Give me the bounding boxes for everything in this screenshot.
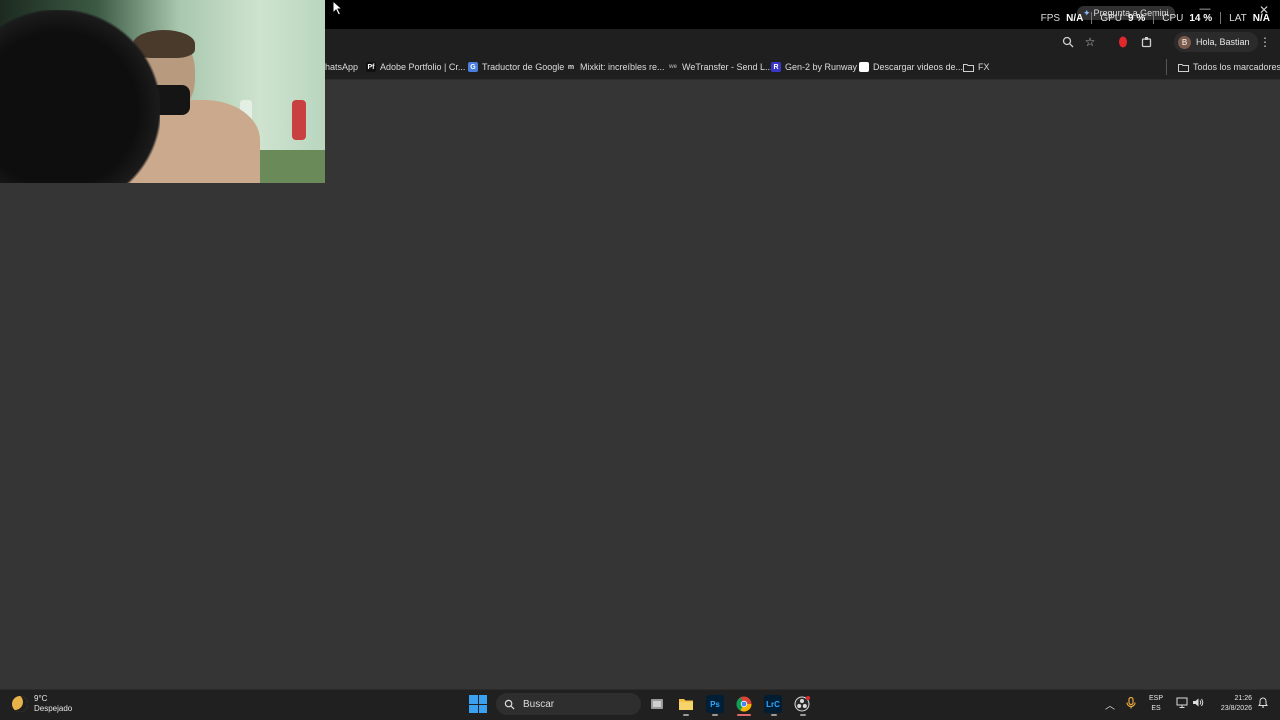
- keyboard-layout: ES: [1151, 705, 1161, 712]
- table: [250, 150, 325, 183]
- page-icon: [859, 62, 869, 72]
- weather-desc: Despejado: [34, 704, 73, 713]
- windows-logo-tile: [469, 695, 478, 704]
- bookmark-label: hatsApp: [325, 62, 359, 72]
- bookmark-whatsapp[interactable]: hatsApp: [325, 60, 358, 74]
- bookmark-label: FX: [978, 62, 990, 72]
- chrome-icon[interactable]: [735, 695, 753, 713]
- divider: [1153, 12, 1155, 24]
- fps-label: FPS: [1040, 12, 1061, 24]
- performance-overlay: FPS N/A GPU 9 % CPU 14 % LAT N/A: [1041, 11, 1270, 25]
- windows-logo-tile: [478, 704, 487, 713]
- microphone-icon[interactable]: [1126, 696, 1136, 712]
- windows-logo-tile: [478, 695, 487, 704]
- black-cat: [0, 10, 160, 183]
- folder-icon: [963, 63, 974, 72]
- weather-widget[interactable]: 9°C Despejado: [12, 693, 72, 715]
- avatar: B: [1178, 35, 1191, 49]
- search-icon: [504, 699, 515, 710]
- obs-icon[interactable]: [793, 695, 811, 713]
- search-placeholder: Buscar: [523, 698, 555, 710]
- notifications-icon[interactable]: [1258, 697, 1268, 711]
- divider: [1166, 59, 1167, 75]
- google-translate-icon: G: [468, 62, 478, 72]
- adobe-portfolio-icon: Pf: [366, 62, 376, 72]
- bookmark-label: Adobe Portfolio | Cr...: [380, 62, 466, 72]
- gpu-label: GPU: [1100, 12, 1122, 24]
- bookmark-label: Traductor de Google: [482, 62, 565, 72]
- windows-logo-tile: [469, 704, 478, 713]
- bookmark-label: WeTransfer - Send L...: [682, 62, 773, 72]
- bookmark-label: Descargar videos de...: [873, 62, 964, 72]
- file-explorer-icon[interactable]: [677, 695, 695, 713]
- volume-icon[interactable]: [1192, 697, 1204, 711]
- lat-label: LAT: [1229, 12, 1247, 24]
- all-bookmarks-folder[interactable]: Todos los marcadores: [1178, 60, 1280, 74]
- clock-time: 21:26: [1234, 695, 1252, 702]
- running-indicator: [712, 714, 718, 716]
- webcam-overlay: [0, 0, 325, 183]
- mouse-cursor-icon: [332, 0, 344, 16]
- wetransfer-icon: we: [668, 64, 677, 70]
- running-indicator: [683, 714, 689, 716]
- lightroom-classic-icon[interactable]: LrC: [764, 695, 782, 713]
- profile-label: Hola, Bastian: [1196, 37, 1250, 47]
- bookmark-mixkit[interactable]: m Mixkit: increíbles re...: [566, 60, 665, 74]
- mixkit-icon: m: [567, 63, 575, 71]
- running-indicator: [800, 714, 806, 716]
- bookmark-wetransfer[interactable]: we WeTransfer - Send L...: [668, 60, 773, 74]
- lat-value: N/A: [1252, 12, 1270, 24]
- language-code: ESP: [1149, 695, 1164, 702]
- network-icon[interactable]: [1176, 697, 1188, 711]
- language-indicator[interactable]: ESP ES: [1149, 694, 1163, 714]
- folder-icon: [1178, 63, 1189, 72]
- task-view-icon[interactable]: [648, 695, 666, 713]
- cpu-label: CPU: [1162, 12, 1184, 24]
- bottle: [292, 100, 306, 140]
- bookmark-google-translate[interactable]: G Traductor de Google: [468, 60, 564, 74]
- start-button[interactable]: [469, 695, 487, 713]
- bookmark-runway[interactable]: R Gen-2 by Runway: [771, 60, 857, 74]
- cpu-value: 14 %: [1189, 12, 1213, 24]
- extensions-icon[interactable]: [1139, 34, 1155, 50]
- bookmark-label: Gen-2 by Runway: [785, 62, 858, 72]
- all-bookmarks-label: Todos los marcadores: [1193, 62, 1280, 72]
- bookmark-label: Mixkit: increíbles re...: [580, 62, 665, 72]
- gpu-value: 9 %: [1128, 12, 1146, 24]
- bookmark-star-icon[interactable]: ☆: [1082, 34, 1098, 50]
- bookmark-descargar-videos[interactable]: Descargar videos de...: [859, 60, 963, 74]
- clock-date: 23/8/2026: [1220, 705, 1252, 712]
- runway-icon: R: [771, 62, 781, 72]
- running-indicator: [771, 714, 777, 716]
- bookmark-folder-fx[interactable]: FX: [963, 60, 990, 74]
- menu-kebab-icon[interactable]: ⋮: [1257, 34, 1273, 50]
- divider: [1220, 12, 1222, 24]
- photoshop-icon[interactable]: Ps: [706, 695, 724, 713]
- show-hidden-icons-chevron-icon[interactable]: ︿: [1105, 697, 1115, 712]
- profile-button[interactable]: B Hola, Bastian: [1174, 32, 1258, 52]
- fps-value: N/A: [1066, 12, 1084, 24]
- taskbar-search[interactable]: Buscar: [496, 693, 641, 715]
- system-clock[interactable]: 21:26 23/8/2026: [1212, 694, 1252, 714]
- moon-icon: [12, 696, 28, 712]
- zoom-icon[interactable]: [1060, 34, 1076, 50]
- divider: [1091, 12, 1093, 24]
- weather-temp: 9°C: [34, 694, 48, 703]
- record-extension-icon[interactable]: [1115, 34, 1131, 50]
- active-indicator: [737, 714, 751, 716]
- bookmark-adobe-portfolio[interactable]: Pf Adobe Portfolio | Cr...: [366, 60, 465, 74]
